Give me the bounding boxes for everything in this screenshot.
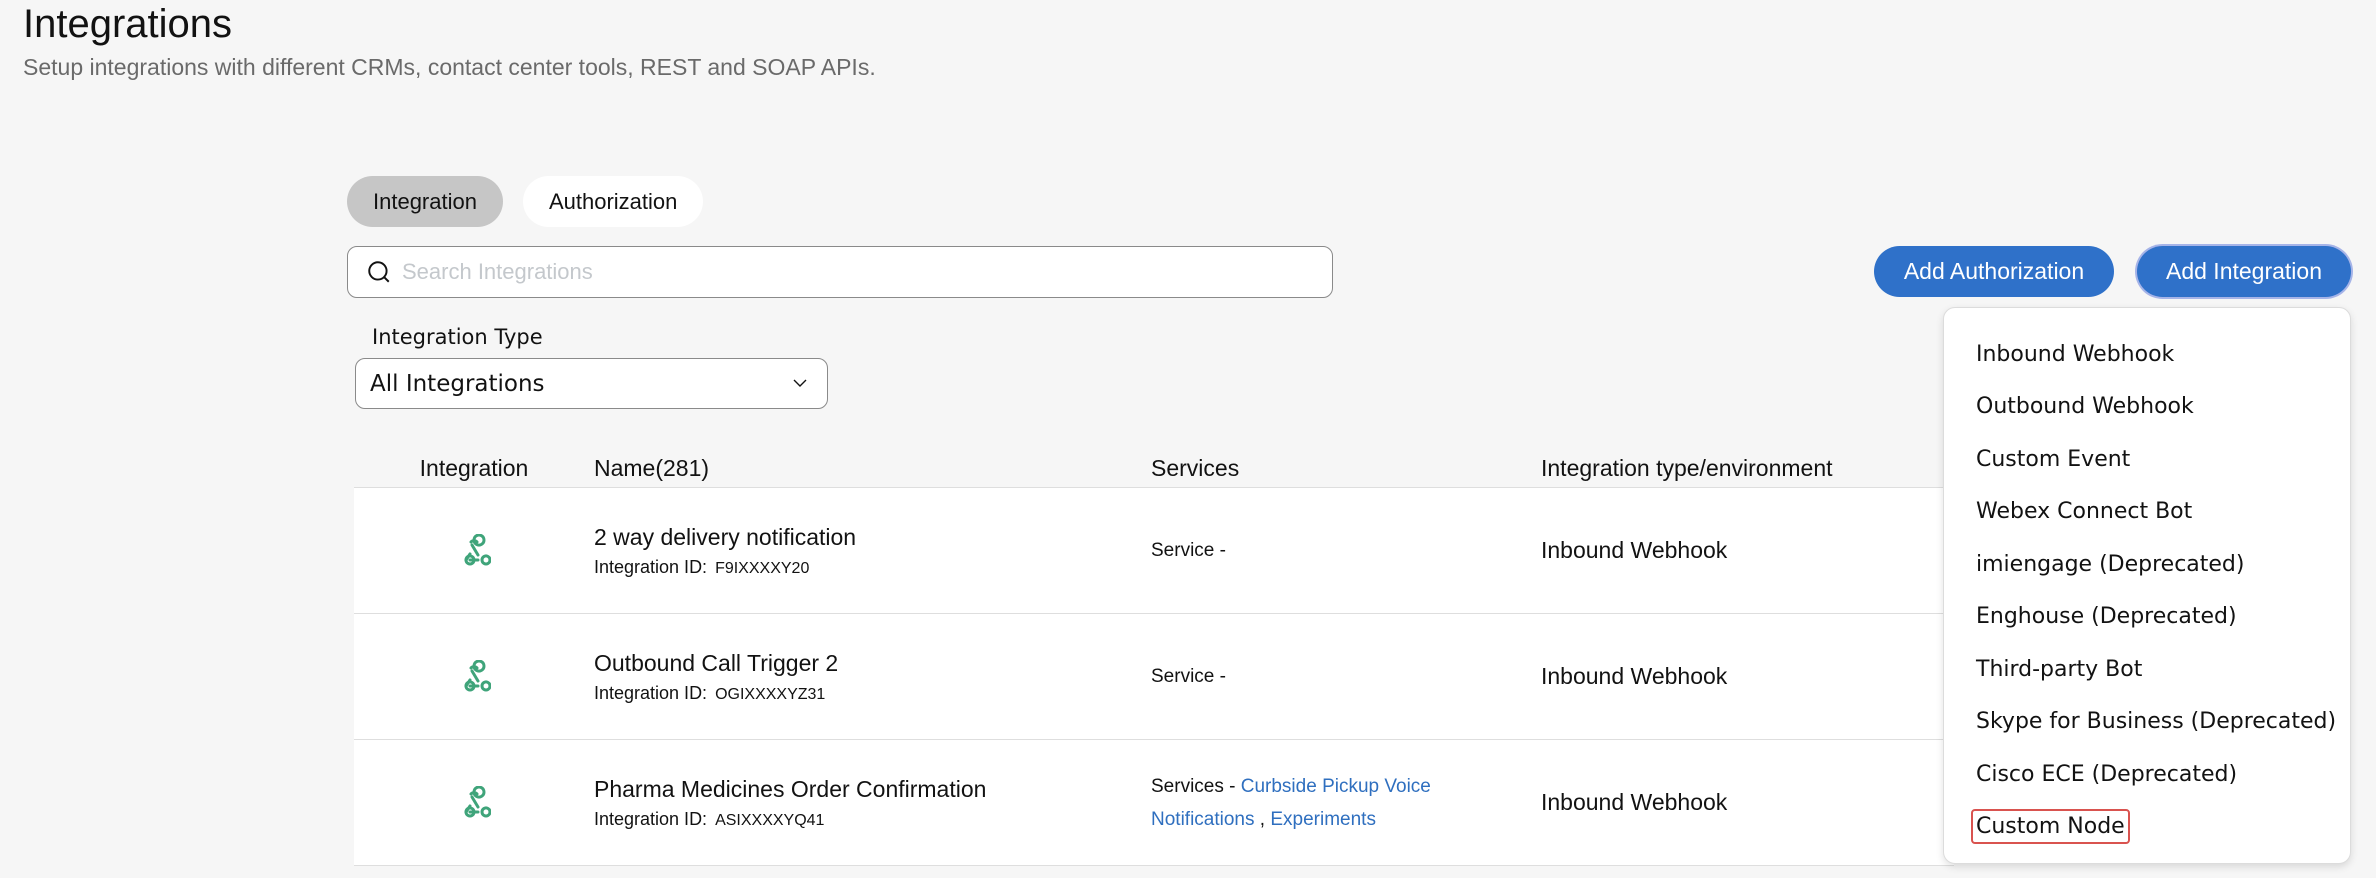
integration-id-label: Integration ID: (594, 682, 708, 703)
integration-icon-cell (354, 659, 594, 694)
menu-item-custom-node[interactable]: Custom Node (1944, 801, 2350, 854)
add-integration-button[interactable]: Add Integration (2137, 246, 2351, 297)
name-cell: Pharma Medicines Order Confirmation Inte… (594, 776, 1151, 830)
menu-item-label: Custom Event (1976, 446, 2131, 472)
column-header-integration[interactable]: Integration (354, 455, 594, 482)
chevron-down-icon (793, 379, 807, 387)
search-input[interactable] (402, 259, 1332, 285)
menu-item-inbound-webhook[interactable]: Inbound Webhook (1944, 328, 2350, 381)
integration-name[interactable]: Pharma Medicines Order Confirmation (594, 776, 1151, 803)
menu-item-skype-for-business[interactable]: Skype for Business (Deprecated) (1944, 696, 2350, 749)
menu-item-label: Enghouse (Deprecated) (1976, 604, 2237, 630)
menu-item-third-party-bot[interactable]: Third-party Bot (1944, 643, 2350, 696)
name-cell: Outbound Call Trigger 2 Integration ID: O… (594, 650, 1151, 704)
webhook-icon (464, 533, 491, 565)
column-header-name[interactable]: Name(281) (594, 455, 1151, 482)
integration-id-value: ASIXXXXYQ41 (715, 811, 825, 829)
integration-icon-cell (354, 533, 594, 568)
table-header: Integration Name(281) Services Integrati… (354, 450, 1954, 488)
integration-type-label: Integration Type (372, 325, 543, 349)
integration-id-label: Integration ID: (594, 808, 708, 829)
services-prefix: Services - (1151, 775, 1236, 797)
menu-item-custom-event[interactable]: Custom Event (1944, 433, 2350, 486)
integration-name[interactable]: Outbound Call Trigger 2 (594, 650, 1151, 677)
integration-type-cell: Inbound Webhook (1541, 537, 1728, 563)
integration-id-value: F9IXXXXY20 (715, 559, 810, 577)
services-prefix: Service - (1151, 540, 1226, 561)
integration-type-cell: Inbound Webhook (1541, 789, 1728, 815)
integration-id-value: OGIXXXXYZ31 (715, 685, 826, 703)
menu-item-label: imiengage (Deprecated) (1976, 551, 2245, 577)
integration-type-value: All Integrations (370, 370, 545, 397)
table-row[interactable]: Outbound Call Trigger 2 Integration ID: O… (354, 614, 1954, 740)
services-cell: Service - (1151, 660, 1541, 693)
menu-item-cisco-ece[interactable]: Cisco ECE (Deprecated) (1944, 748, 2350, 801)
add-integration-menu: Inbound Webhook Outbound Webhook Custom … (1943, 307, 2351, 864)
name-cell: 2 way delivery notification Integration … (594, 524, 1151, 578)
menu-item-label: Webex Connect Bot (1976, 499, 2193, 525)
column-header-services[interactable]: Services (1151, 455, 1541, 482)
tab-bar: Integration Authorization (347, 176, 704, 227)
page-title: Integrations (23, 2, 233, 46)
integrations-table: Integration Name(281) Services Integrati… (354, 450, 1954, 866)
services-cell: Service - (1151, 534, 1541, 567)
integrations-page: Integrations Setup integrations with dif… (0, 0, 2376, 878)
integration-name[interactable]: 2 way delivery notification (594, 524, 1151, 551)
menu-item-imiengage[interactable]: imiengage (Deprecated) (1944, 538, 2350, 591)
menu-item-label: Skype for Business (Deprecated) (1976, 709, 2337, 735)
search-box (347, 246, 1333, 298)
table-row[interactable]: 2 way delivery notification Integration … (354, 488, 1954, 614)
tab-authorization[interactable]: Authorization (522, 176, 704, 227)
menu-item-label: Inbound Webhook (1976, 341, 2175, 367)
column-header-type[interactable]: Integration type/environment (1541, 455, 1941, 482)
service-separator: , (1259, 808, 1266, 830)
webhook-icon (464, 785, 491, 817)
tab-integration[interactable]: Integration (347, 176, 503, 227)
menu-item-label: Cisco ECE (Deprecated) (1976, 761, 2238, 787)
search-icon (368, 261, 390, 283)
menu-item-label: Outbound Webhook (1976, 394, 2194, 420)
integration-type-select[interactable]: All Integrations (355, 358, 828, 409)
integration-id-label: Integration ID: (594, 556, 708, 577)
services-prefix: Service - (1151, 666, 1226, 687)
webhook-icon (464, 659, 491, 691)
services-cell: Services - Curbside Pickup Voice Notific… (1151, 770, 1531, 836)
menu-item-enghouse[interactable]: Enghouse (Deprecated) (1944, 591, 2350, 644)
integration-type-cell: Inbound Webhook (1541, 663, 1728, 689)
add-authorization-button[interactable]: Add Authorization (1874, 246, 2114, 297)
menu-item-webex-connect-bot[interactable]: Webex Connect Bot (1944, 486, 2350, 539)
menu-item-label: Custom Node (1971, 809, 2130, 845)
menu-item-outbound-webhook[interactable]: Outbound Webhook (1944, 381, 2350, 434)
table-row[interactable]: Pharma Medicines Order Confirmation Inte… (354, 740, 1954, 866)
menu-item-label: Third-party Bot (1976, 656, 2143, 682)
integration-icon-cell (354, 785, 594, 820)
page-subtitle: Setup integrations with different CRMs, … (23, 54, 876, 80)
service-link[interactable]: Experiments (1270, 809, 1376, 830)
